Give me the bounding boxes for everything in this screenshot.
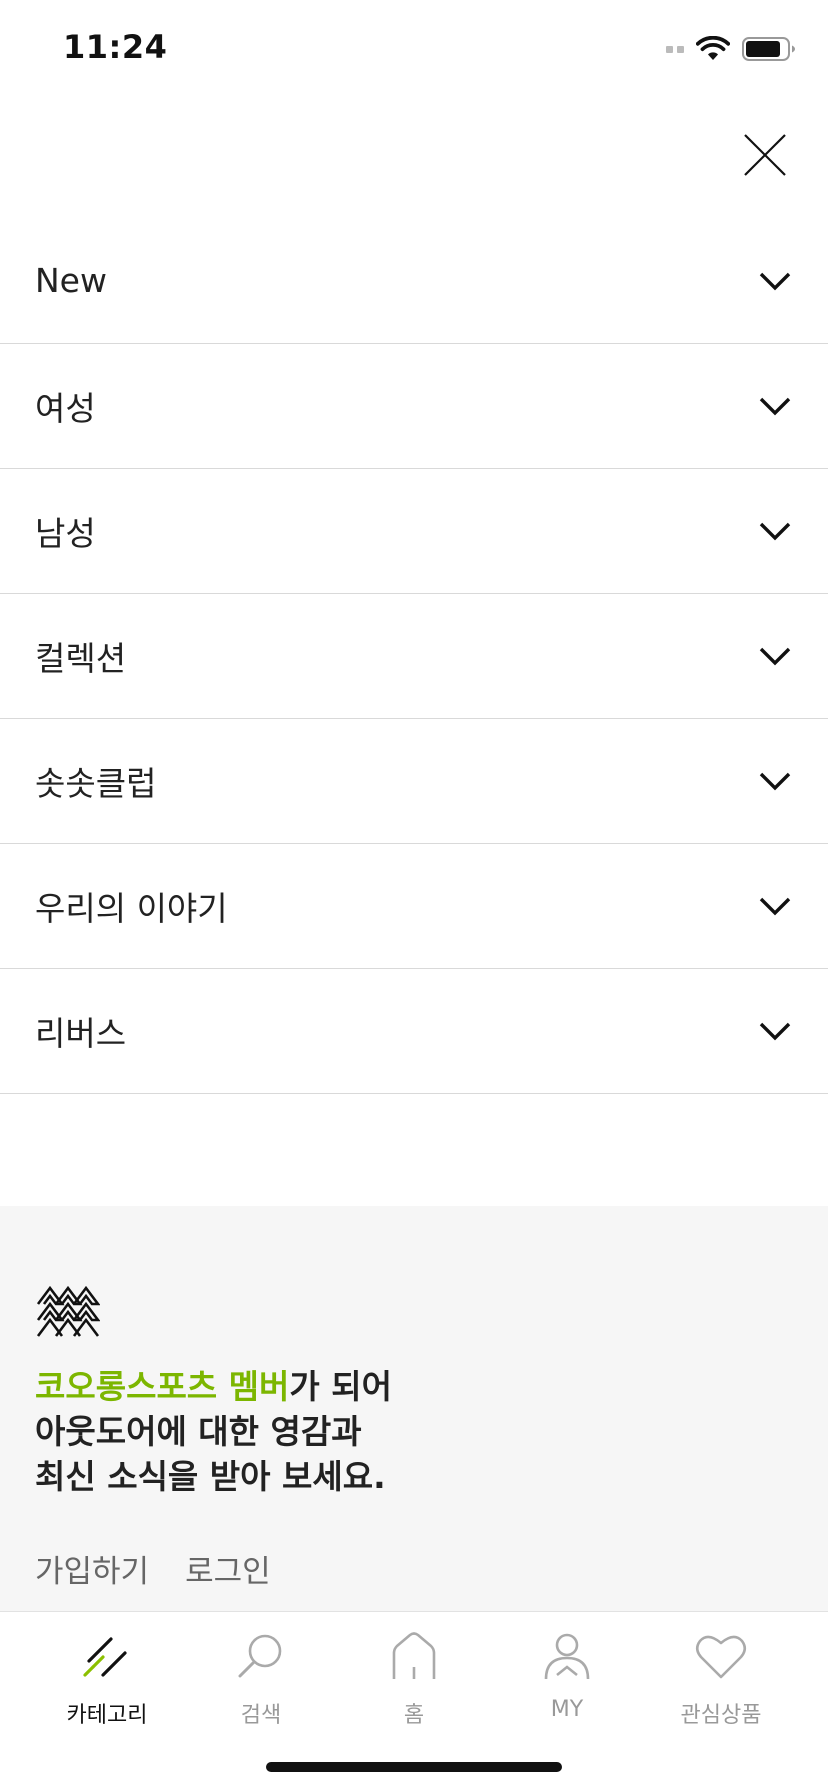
tab-label: 카테고리 <box>66 1703 148 1728</box>
tab-label: 관심상품 <box>680 1703 762 1728</box>
tab-label: MY <box>550 1697 584 1722</box>
search-icon <box>238 1634 282 1678</box>
signal-icon <box>666 45 684 53</box>
chevron-down-icon <box>759 897 791 916</box>
tab-wishlist[interactable]: 관심상품 <box>661 1631 781 1741</box>
menu-item-label: 우리의 이야기 <box>35 889 228 928</box>
tab-my[interactable]: MY <box>507 1631 627 1741</box>
status-icons <box>666 34 796 64</box>
chevron-down-icon <box>759 772 791 791</box>
tab-category[interactable]: 카테고리 <box>47 1631 167 1741</box>
menu-item-new[interactable]: New <box>0 218 828 344</box>
promo-accent-text: 코오롱스포츠 멤버 <box>35 1367 290 1406</box>
promo-message: 코오롱스포츠 멤버가 되어 아웃도어에 대한 영감과 최신 소식을 받아 보세요… <box>35 1364 392 1499</box>
menu-item-sotsot-club[interactable]: 솟솟클럽 <box>0 719 828 844</box>
menu-item-women[interactable]: 여성 <box>0 344 828 469</box>
promo-line2-text: 아웃도어에 대한 영감과 <box>35 1412 362 1451</box>
tab-label: 검색 <box>240 1703 282 1728</box>
category-menu: New 여성 남성 컬렉션 솟솟클럽 우리의 이야기 리버스 <box>0 218 828 1094</box>
menu-item-label: 솟솟클럽 <box>35 764 157 803</box>
tab-search[interactable]: 검색 <box>201 1631 321 1741</box>
promo-line1-text: 가 되어 <box>289 1367 392 1406</box>
close-button[interactable] <box>740 130 790 180</box>
category-icon <box>83 1637 127 1677</box>
signup-link[interactable]: 가입하기 <box>35 1546 149 1591</box>
menu-item-rebirth[interactable]: 리버스 <box>0 969 828 1094</box>
battery-icon <box>742 37 795 61</box>
menu-item-label: New <box>35 261 107 300</box>
menu-item-men[interactable]: 남성 <box>0 469 828 594</box>
home-indicator[interactable] <box>266 1762 562 1772</box>
login-link[interactable]: 로그인 <box>185 1546 271 1591</box>
menu-item-label: 여성 <box>35 389 96 428</box>
chevron-down-icon <box>759 647 791 666</box>
menu-item-label: 컬렉션 <box>35 639 127 678</box>
status-bar: 11:24 <box>0 0 828 100</box>
menu-item-collection[interactable]: 컬렉션 <box>0 594 828 719</box>
promo-links: 가입하기 로그인 <box>35 1546 271 1591</box>
wifi-icon <box>696 36 730 60</box>
menu-item-label: 리버스 <box>35 1014 127 1053</box>
close-icon <box>744 134 786 176</box>
chevron-down-icon <box>759 522 791 541</box>
membership-promo: 코오롱스포츠 멤버가 되어 아웃도어에 대한 영감과 최신 소식을 받아 보세요… <box>0 1206 828 1612</box>
user-icon <box>544 1633 590 1680</box>
chevron-down-icon <box>759 1022 791 1041</box>
tab-label: 홈 <box>403 1703 425 1728</box>
heart-icon <box>695 1635 747 1679</box>
kolon-sport-logo-icon <box>36 1285 100 1337</box>
home-icon <box>392 1632 436 1679</box>
tab-home[interactable]: 홈 <box>354 1631 474 1741</box>
menu-item-our-story[interactable]: 우리의 이야기 <box>0 844 828 969</box>
promo-line3-text: 최신 소식을 받아 보세요. <box>35 1457 386 1496</box>
status-time: 11:24 <box>63 28 168 66</box>
chevron-down-icon <box>759 397 791 416</box>
menu-item-label: 남성 <box>35 514 96 553</box>
chevron-down-icon <box>759 272 791 290</box>
